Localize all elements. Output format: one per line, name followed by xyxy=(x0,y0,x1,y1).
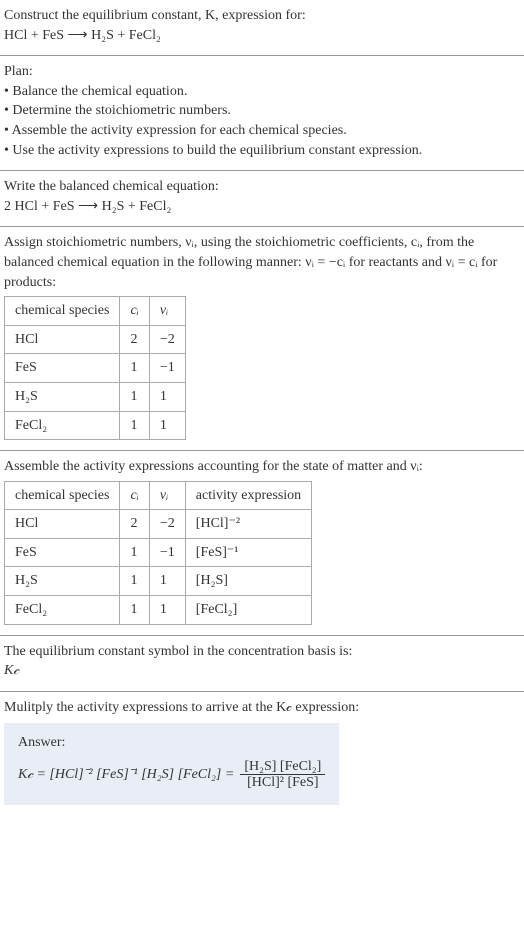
cell-vi: −2 xyxy=(149,325,185,354)
plan-bullet-3: • Assemble the activity expression for e… xyxy=(4,121,520,141)
cell-ci: 1 xyxy=(120,411,149,440)
plan-bullet-1: • Balance the chemical equation. xyxy=(4,82,520,102)
col-vi: νᵢ xyxy=(149,481,185,510)
table-row: FeCl₂ 1 1 xyxy=(5,411,186,440)
activity-table: chemical species cᵢ νᵢ activity expressi… xyxy=(4,481,312,625)
fraction-denominator: [HCl]² [FeS] xyxy=(243,775,322,790)
cell-vi: 1 xyxy=(149,382,185,411)
answer-expression: K𝒸 = [HCl]⁻² [FeS]⁻¹ [H₂S] [FeCl₂] = [H₂… xyxy=(18,759,325,791)
cell-species: FeS xyxy=(5,354,120,383)
col-activity: activity expression xyxy=(185,481,311,510)
fraction-numerator: [H₂S] [FeCl₂] xyxy=(240,759,325,775)
plan-heading: Plan: xyxy=(4,62,520,82)
col-species: chemical species xyxy=(5,481,120,510)
cell-activity: [FeCl₂] xyxy=(185,596,311,625)
table-row: H₂S 1 1 [H₂S] xyxy=(5,567,312,596)
symbol-value: K𝒸 xyxy=(4,661,520,681)
section-multiply: Mulitply the activity expressions to arr… xyxy=(0,692,524,815)
multiply-label: Mulitply the activity expressions to arr… xyxy=(4,698,520,718)
balanced-equation: 2 HCl + FeS ⟶ H₂S + FeCl₂ xyxy=(4,197,520,217)
cell-ci: 1 xyxy=(120,538,149,567)
answer-box: Answer: K𝒸 = [HCl]⁻² [FeS]⁻¹ [H₂S] [FeCl… xyxy=(4,723,339,804)
cell-vi: 1 xyxy=(149,411,185,440)
cell-ci: 1 xyxy=(120,596,149,625)
cell-activity: [H₂S] xyxy=(185,567,311,596)
section-symbol: The equilibrium constant symbol in the c… xyxy=(0,636,524,692)
table-row: H₂S 1 1 xyxy=(5,382,186,411)
cell-species: FeCl₂ xyxy=(5,596,120,625)
cell-ci: 1 xyxy=(120,567,149,596)
cell-activity: [HCl]⁻² xyxy=(185,510,311,539)
cell-species: FeCl₂ xyxy=(5,411,120,440)
stoich-table: chemical species cᵢ νᵢ HCl 2 −2 FeS 1 −1… xyxy=(4,296,186,440)
table-row: FeS 1 −1 [FeS]⁻¹ xyxy=(5,538,312,567)
balanced-label: Write the balanced chemical equation: xyxy=(4,177,520,197)
col-species: chemical species xyxy=(5,297,120,326)
col-ci: cᵢ xyxy=(120,481,149,510)
table-row: FeCl₂ 1 1 [FeCl₂] xyxy=(5,596,312,625)
section-prompt: Construct the equilibrium constant, K, e… xyxy=(0,0,524,56)
table-header-row: chemical species cᵢ νᵢ xyxy=(5,297,186,326)
prompt-line-1: Construct the equilibrium constant, K, e… xyxy=(4,6,520,26)
cell-species: HCl xyxy=(5,325,120,354)
cell-vi: 1 xyxy=(149,596,185,625)
cell-vi: −1 xyxy=(149,354,185,383)
table-header-row: chemical species cᵢ νᵢ activity expressi… xyxy=(5,481,312,510)
section-stoich-table: Assign stoichiometric numbers, νᵢ, using… xyxy=(0,227,524,451)
symbol-label: The equilibrium constant symbol in the c… xyxy=(4,642,520,662)
cell-ci: 1 xyxy=(120,382,149,411)
plan-bullet-4: • Use the activity expressions to build … xyxy=(4,141,520,161)
col-vi: νᵢ xyxy=(149,297,185,326)
section-activity-table: Assemble the activity expressions accoun… xyxy=(0,451,524,636)
answer-fraction: [H₂S] [FeCl₂] [HCl]² [FeS] xyxy=(240,759,325,791)
cell-ci: 2 xyxy=(120,325,149,354)
cell-vi: −2 xyxy=(149,510,185,539)
cell-ci: 1 xyxy=(120,354,149,383)
cell-activity: [FeS]⁻¹ xyxy=(185,538,311,567)
cell-vi: −1 xyxy=(149,538,185,567)
cell-species: H₂S xyxy=(5,567,120,596)
table-row: HCl 2 −2 [HCl]⁻² xyxy=(5,510,312,539)
table-row: FeS 1 −1 xyxy=(5,354,186,383)
stoich-description: Assign stoichiometric numbers, νᵢ, using… xyxy=(4,233,520,292)
answer-lhs: K𝒸 = [HCl]⁻² [FeS]⁻¹ [H₂S] [FeCl₂] = xyxy=(18,765,234,785)
cell-vi: 1 xyxy=(149,567,185,596)
answer-label: Answer: xyxy=(18,733,325,753)
activity-description: Assemble the activity expressions accoun… xyxy=(4,457,520,477)
cell-species: H₂S xyxy=(5,382,120,411)
cell-ci: 2 xyxy=(120,510,149,539)
prompt-equation: HCl + FeS ⟶ H₂S + FeCl₂ xyxy=(4,26,520,46)
section-plan: Plan: • Balance the chemical equation. •… xyxy=(0,56,524,171)
cell-species: HCl xyxy=(5,510,120,539)
prompt-text: Construct the equilibrium constant, K, e… xyxy=(4,8,306,23)
col-ci: cᵢ xyxy=(120,297,149,326)
cell-species: FeS xyxy=(5,538,120,567)
plan-bullet-2: • Determine the stoichiometric numbers. xyxy=(4,101,520,121)
section-balanced: Write the balanced chemical equation: 2 … xyxy=(0,171,524,227)
table-row: HCl 2 −2 xyxy=(5,325,186,354)
